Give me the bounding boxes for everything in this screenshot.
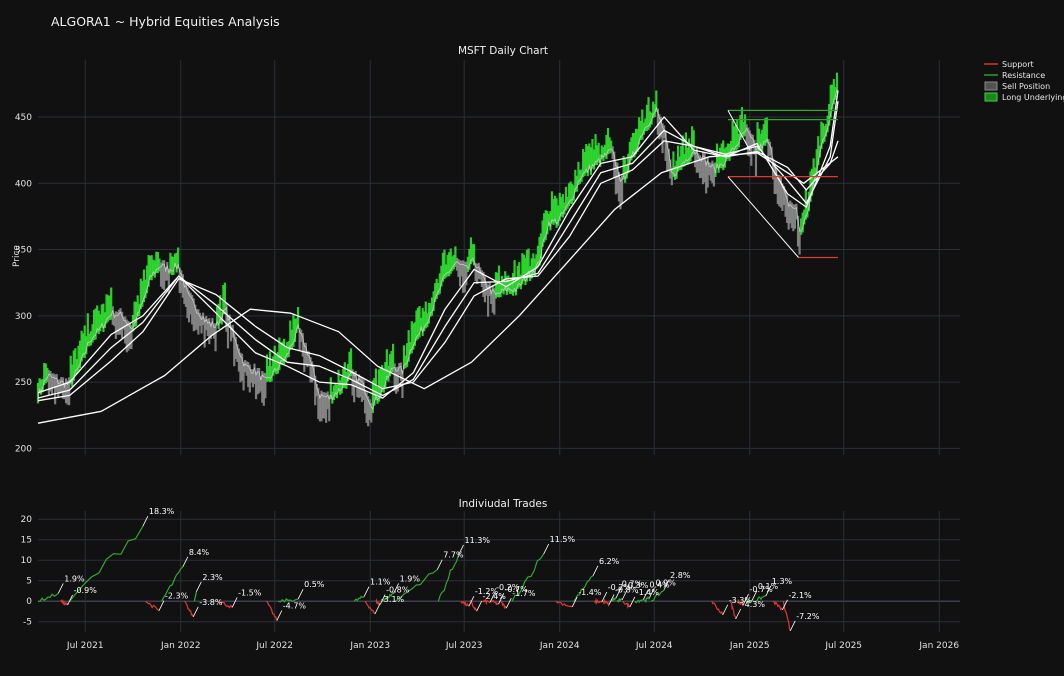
trade-line xyxy=(184,600,194,618)
annotation-arrow xyxy=(735,608,742,620)
annotation-arrow xyxy=(592,565,599,576)
trades-y-tick-label: -5 xyxy=(23,618,32,628)
price-y-tick-label: 350 xyxy=(15,246,32,256)
annotation-arrow xyxy=(57,583,64,594)
annotation-label: -4.7% xyxy=(283,602,307,611)
annotation-arrow xyxy=(195,581,202,592)
price-y-tick-label: 200 xyxy=(15,444,32,454)
legend-label: Support xyxy=(1002,60,1034,69)
trades-chart-title: Indiviudal Trades xyxy=(459,498,548,510)
trades-y-tick-label: 20 xyxy=(21,515,33,525)
annotation-label: -3.8% xyxy=(199,598,223,607)
legend-label: Resistance xyxy=(1002,71,1045,80)
annotation-label: 2.8% xyxy=(670,571,691,580)
annotation-arrow xyxy=(374,603,381,615)
annotation-label: 1.9% xyxy=(400,574,421,583)
trade-line xyxy=(602,598,610,607)
annotation-arrow xyxy=(297,589,304,600)
trades-y-tick-label: 15 xyxy=(21,536,32,546)
annotation-label: 2.3% xyxy=(202,573,223,582)
annotation-label: 1.9% xyxy=(64,574,85,583)
annotation-arrow xyxy=(789,620,796,631)
price-chart-title: MSFT Daily Chart xyxy=(458,45,548,57)
x-tick-label: Jan 2025 xyxy=(729,641,770,651)
legend-swatch xyxy=(984,81,998,91)
annotation-label: -0.9% xyxy=(74,586,98,595)
x-tick-label: Jan 2022 xyxy=(160,641,201,651)
trade-line xyxy=(266,600,278,621)
annotation-label: 7.7% xyxy=(443,551,464,560)
trades-y-tick-label: 0 xyxy=(26,597,32,607)
annotation-arrow xyxy=(67,594,73,606)
price-y-tick-label: 400 xyxy=(15,179,32,189)
trade-line xyxy=(193,591,197,602)
legend-label: Long Underlying xyxy=(1002,93,1064,102)
trades-y-tick-label: 5 xyxy=(26,577,32,587)
x-tick-label: Jul 2021 xyxy=(66,641,104,651)
trades-y-tick-label: 10 xyxy=(21,556,33,566)
annotation-label: 8.4% xyxy=(189,548,210,557)
annotation-arrow xyxy=(231,597,238,608)
annotation-arrow xyxy=(158,600,165,611)
annotation-label: 11.3% xyxy=(465,536,491,545)
annotation-label: 1.3% xyxy=(772,577,793,586)
trade-line xyxy=(622,600,631,610)
x-tick-label: Jul 2023 xyxy=(445,641,483,651)
legend: Support Resistance Sell Position Long Under… xyxy=(984,60,1064,102)
x-tick-label: Jan 2024 xyxy=(539,641,580,651)
x-tick-label: Jul 2024 xyxy=(635,641,673,651)
annotation-arrow xyxy=(543,543,550,555)
annotation-label: 11.5% xyxy=(550,535,576,544)
annotation-arrow xyxy=(476,600,483,612)
annotation-label: -0.8% xyxy=(386,586,410,595)
trade-line xyxy=(145,600,160,612)
annotation-arrow xyxy=(142,515,149,527)
trade-line xyxy=(593,597,603,606)
trade-annotations: 1.9% -0.9% 18.3% -2.3% 8.4% 2.3% -3.8% -1.5% -4.… xyxy=(57,507,820,631)
annotation-label: 18.3% xyxy=(149,507,175,516)
x-tick-label: Jul 2022 xyxy=(255,641,293,651)
annotation-label: -1.4% xyxy=(578,588,602,597)
x-tick-label: Jan 2026 xyxy=(918,641,959,651)
chart-canvas: 1.9% -0.9% 18.3% -2.3% 8.4% 2.3% -3.8% -1.5% -4.… xyxy=(12,45,1064,651)
price-y-tick-label: 450 xyxy=(15,113,32,123)
annotation-arrow xyxy=(192,606,199,618)
annotation-arrow xyxy=(505,598,512,609)
annotation-label: -1.7% xyxy=(512,589,536,598)
price-y-tick-label: 250 xyxy=(15,378,32,388)
trade-line xyxy=(555,600,573,608)
trade-line xyxy=(711,600,724,616)
annotation-label: -2.1% xyxy=(788,591,812,600)
trade-line xyxy=(782,600,791,631)
legend-label: Sell Position xyxy=(1002,82,1050,91)
x-tick-label: Jul 2025 xyxy=(824,641,862,651)
annotation-label: -7.2% xyxy=(796,612,820,621)
annotation-arrow xyxy=(436,559,443,570)
legend-swatch xyxy=(984,92,998,102)
annotation-arrow xyxy=(722,604,729,615)
x-tick-label: Jan 2023 xyxy=(349,641,390,651)
annotation-arrow xyxy=(182,556,189,567)
annotation-arrow xyxy=(363,586,370,597)
annotation-label: 0.5% xyxy=(304,580,325,589)
trade-line xyxy=(37,592,59,603)
price-y-tick-label: 300 xyxy=(15,312,32,322)
annotation-label: 6.2% xyxy=(599,557,620,566)
annotation-label: -2.3% xyxy=(165,592,189,601)
annotation-arrow xyxy=(276,610,283,621)
annotation-label: -1.5% xyxy=(238,588,262,597)
trade-line xyxy=(772,600,784,611)
